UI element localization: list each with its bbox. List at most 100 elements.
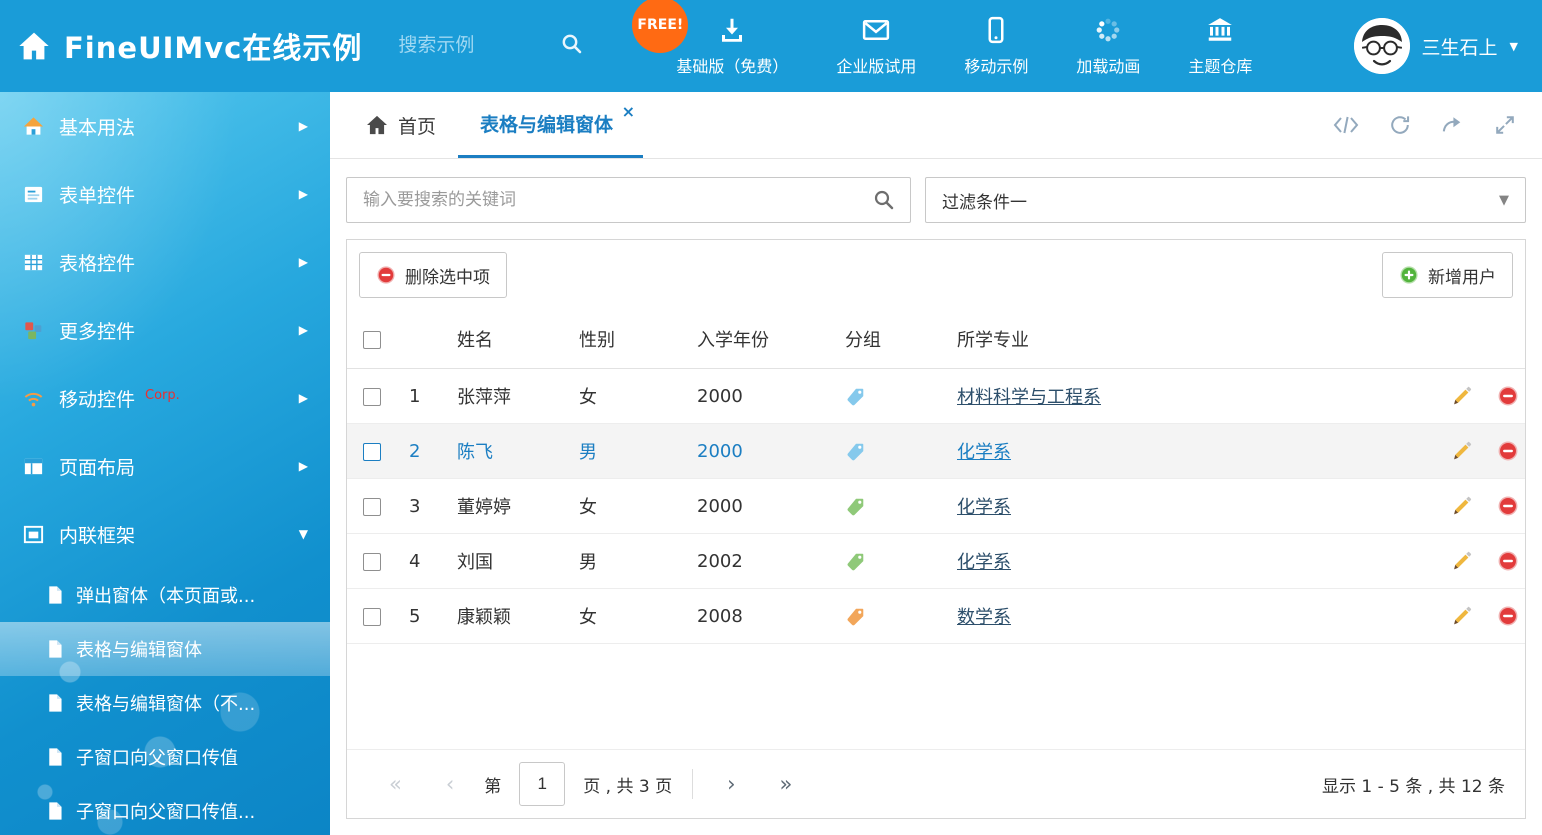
sidebar-subitem[interactable]: 表格与编辑窗体（不...	[0, 676, 330, 730]
first-page-button[interactable]: «	[367, 774, 424, 795]
major-link[interactable]: 化学系	[957, 552, 1011, 573]
bank-icon	[1205, 15, 1235, 45]
app-title: FineUIMvc在线示例	[64, 25, 362, 67]
app-window: FineUIMvc在线示例 FREE!基础版（免费） 企业版试用移动示例 加载动画主…	[0, 0, 1542, 835]
sidebar-item-label: 表格控件	[59, 249, 135, 276]
col-year: 入学年份	[691, 310, 839, 369]
next-page-button[interactable]: ›	[705, 774, 757, 795]
cell-name: 刘国	[451, 534, 573, 589]
row-checkbox[interactable]	[363, 443, 381, 461]
delete-row-icon[interactable]	[1497, 440, 1519, 462]
cell-name: 董婷婷	[451, 479, 573, 534]
minus-circle-icon	[376, 265, 396, 285]
row-checkbox[interactable]	[363, 388, 381, 406]
cell-gender: 女	[573, 369, 691, 424]
sidebar-subitem[interactable]: 子窗口向父窗口传值	[0, 730, 330, 784]
chevron-right-icon: ▶	[299, 255, 308, 269]
download-icon	[717, 15, 747, 45]
home-icon	[22, 115, 45, 138]
source-code-icon[interactable]	[1333, 115, 1359, 135]
sidebar-subitem[interactable]: 弹出窗体（本页面或...	[0, 568, 330, 622]
edit-icon[interactable]	[1451, 495, 1473, 517]
open-new-window-icon[interactable]	[1441, 114, 1464, 136]
sidebar-subitem-label: 表格与编辑窗体（不...	[76, 690, 255, 716]
add-user-button[interactable]: 新增用户	[1382, 252, 1513, 298]
col-major: 所学专业	[951, 310, 1385, 369]
file-icon	[46, 747, 64, 767]
sidebar-subitem[interactable]: 表格与编辑窗体	[0, 622, 330, 676]
chevron-down-icon: ▼	[299, 527, 308, 541]
user-name: 三生石上	[1422, 33, 1498, 60]
table-row[interactable]: 2陈飞男2000化学系	[347, 424, 1525, 479]
sidebar-item[interactable]: 表单控件▶	[0, 160, 330, 228]
top-nav-item[interactable]: 移动示例	[964, 15, 1028, 77]
sidebar-item[interactable]: 移动控件Corp.▶	[0, 364, 330, 432]
corp-badge: Corp.	[145, 388, 180, 403]
table-row[interactable]: 4刘国男2002化学系	[347, 534, 1525, 589]
cell-year: 2000	[691, 369, 839, 424]
table-row[interactable]: 1张萍萍女2000材料科学与工程系	[347, 369, 1525, 424]
major-link[interactable]: 化学系	[957, 497, 1011, 518]
edit-icon[interactable]	[1451, 440, 1473, 462]
tab-grid-edit-window[interactable]: 表格与编辑窗体 ×	[458, 92, 643, 158]
nav-label: 移动示例	[964, 53, 1028, 77]
tag-icon	[845, 441, 945, 462]
row-number: 3	[403, 479, 451, 534]
search-icon[interactable]	[560, 32, 584, 60]
search-icon[interactable]	[872, 188, 896, 212]
cell-name: 康颖颖	[451, 589, 573, 644]
sidebar-subitem-label: 子窗口向父窗口传值...	[76, 798, 255, 824]
col-group: 分组	[839, 310, 951, 369]
close-icon[interactable]: ×	[622, 104, 635, 120]
filter-dropdown[interactable]: 过滤条件一 ▼	[925, 177, 1526, 223]
page-number-input[interactable]	[519, 762, 565, 806]
delete-row-icon[interactable]	[1497, 385, 1519, 407]
file-icon	[46, 639, 64, 659]
header-search-input[interactable]	[396, 34, 550, 58]
top-nav-item[interactable]: 企业版试用	[836, 15, 916, 77]
prev-page-button[interactable]: ‹	[424, 774, 476, 795]
sidebar-item[interactable]: 表格控件 ▶	[0, 228, 330, 296]
select-all-checkbox[interactable]	[363, 331, 381, 349]
brand[interactable]: FineUIMvc在线示例	[18, 25, 362, 67]
user-menu[interactable]: 三生石上 ▼	[1354, 18, 1518, 74]
top-nav-item[interactable]: 主题仓库	[1188, 15, 1252, 77]
edit-icon[interactable]	[1451, 605, 1473, 627]
cell-year: 2000	[691, 424, 839, 479]
row-checkbox[interactable]	[363, 498, 381, 516]
refresh-icon[interactable]	[1389, 114, 1411, 136]
cell-year: 2002	[691, 534, 839, 589]
sidebar-item[interactable]: 页面布局▶	[0, 432, 330, 500]
sidebar-item-label: 移动控件	[59, 385, 135, 412]
sidebar-subitem[interactable]: 子窗口向父窗口传值...	[0, 784, 330, 835]
table-row[interactable]: 5康颖颖女2008数学系	[347, 589, 1525, 644]
filter-dropdown-value: 过滤条件一	[942, 188, 1027, 213]
sidebar-item[interactable]: 内联框架 ▼	[0, 500, 330, 568]
edit-icon[interactable]	[1451, 385, 1473, 407]
delete-row-icon[interactable]	[1497, 550, 1519, 572]
tab-home[interactable]: 首页	[344, 92, 458, 158]
row-checkbox[interactable]	[363, 608, 381, 626]
top-nav-item[interactable]: FREE!基础版（免费）	[676, 15, 788, 77]
free-badge: FREE!	[632, 0, 688, 53]
sidebar-item[interactable]: 更多控件▶	[0, 296, 330, 364]
row-checkbox[interactable]	[363, 553, 381, 571]
last-page-button[interactable]: »	[758, 774, 815, 795]
delete-row-icon[interactable]	[1497, 605, 1519, 627]
major-link[interactable]: 化学系	[957, 442, 1011, 463]
top-nav-item[interactable]: 加载动画	[1076, 15, 1140, 77]
delete-row-icon[interactable]	[1497, 495, 1519, 517]
nav-label: 基础版（免费）	[676, 53, 788, 77]
table-row[interactable]: 3董婷婷女2000化学系	[347, 479, 1525, 534]
fullscreen-icon[interactable]	[1494, 114, 1516, 136]
keyword-search-input[interactable]	[361, 189, 872, 211]
edit-icon[interactable]	[1451, 550, 1473, 572]
tag-icon	[845, 386, 945, 407]
tab-home-label: 首页	[398, 112, 436, 139]
major-link[interactable]: 材料科学与工程系	[957, 387, 1101, 408]
file-icon	[46, 585, 64, 605]
sidebar-item[interactable]: 基本用法▶	[0, 92, 330, 160]
major-link[interactable]: 数学系	[957, 607, 1011, 628]
delete-selected-button[interactable]: 删除选中项	[359, 252, 507, 298]
sidebar-item-label: 内联框架	[59, 521, 135, 548]
